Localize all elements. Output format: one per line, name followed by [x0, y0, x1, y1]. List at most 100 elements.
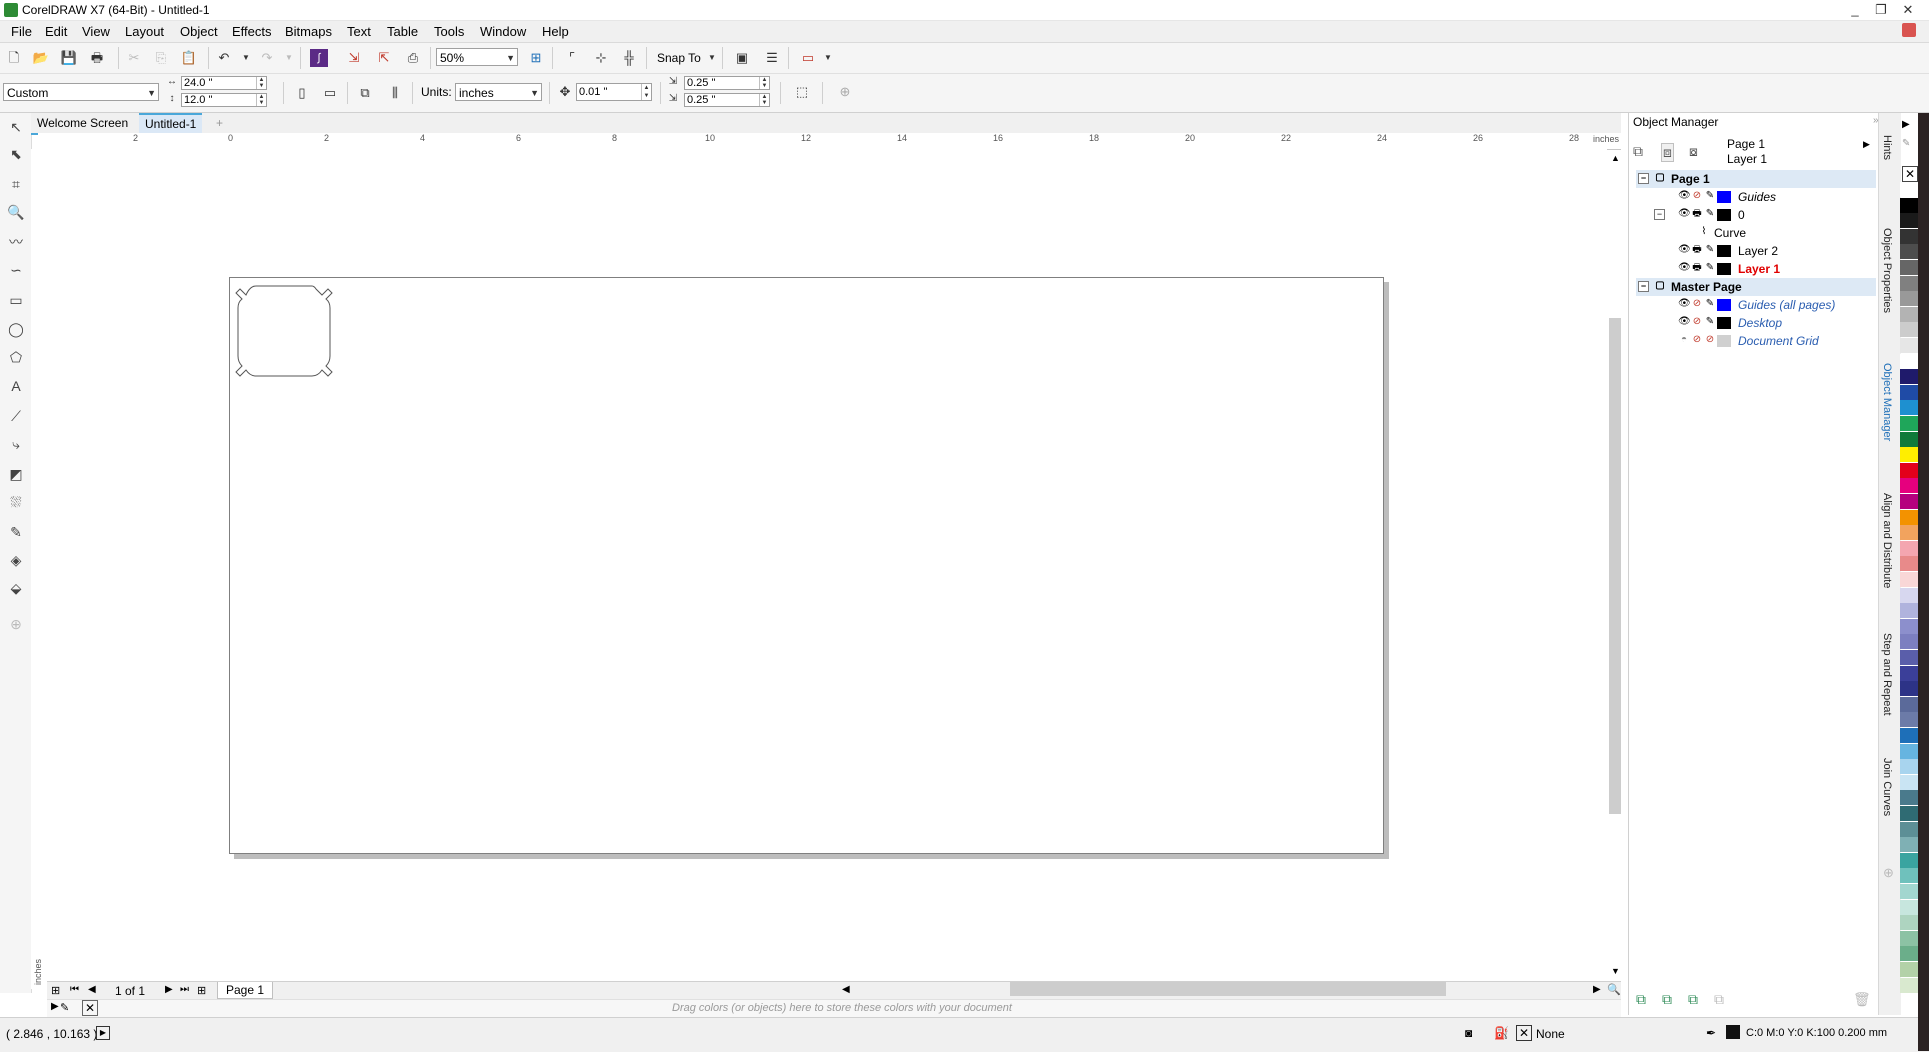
- palette-swatch[interactable]: [1900, 665, 1918, 681]
- palette-swatch[interactable]: [1900, 884, 1918, 899]
- printer-icon[interactable]: 🖶: [1691, 244, 1703, 256]
- palette-swatch[interactable]: [1900, 400, 1918, 416]
- layer-color-swatch[interactable]: [1717, 263, 1731, 275]
- palette-swatch[interactable]: [1900, 837, 1918, 853]
- palette-swatch[interactable]: [1900, 275, 1918, 291]
- horizontal-ruler[interactable]: 2 0 2 4 6 8 10 12 14 16 18 20 22 24 26 2…: [38, 133, 1621, 150]
- full-screen-preview-icon[interactable]: ⊞: [527, 49, 545, 67]
- menu-window[interactable]: Window: [480, 24, 526, 39]
- printer-disabled-icon[interactable]: ⊘: [1691, 298, 1703, 310]
- palette-swatch[interactable]: [1900, 696, 1918, 712]
- add-page-before-icon[interactable]: ⊞: [51, 984, 60, 997]
- quick-customize-icon[interactable]: ⊕: [836, 83, 854, 101]
- palette-swatch[interactable]: [1900, 962, 1918, 977]
- menu-text[interactable]: Text: [347, 24, 371, 39]
- palette-swatch[interactable]: [1900, 306, 1918, 322]
- status-expand-icon[interactable]: ▶: [96, 1026, 110, 1040]
- page-tab-page-1[interactable]: Page 1: [217, 982, 274, 999]
- add-docker-icon[interactable]: ⊕: [1883, 865, 1894, 881]
- publish-pdf-icon[interactable]: ⎙: [404, 49, 422, 67]
- quick-customize-tools-icon[interactable]: ⊕: [7, 615, 25, 633]
- scroll-down-icon[interactable]: ▼: [1611, 966, 1620, 976]
- print-icon[interactable]: 🖶: [88, 49, 106, 67]
- launcher-chevron-icon[interactable]: ▼: [819, 49, 837, 67]
- palette-scroll-up-icon[interactable]: ▶: [1902, 119, 1910, 130]
- tree-object-curve[interactable]: ⌇ Curve: [1636, 224, 1876, 242]
- account-icon[interactable]: [1902, 23, 1916, 37]
- palette-swatch[interactable]: [1900, 572, 1918, 587]
- color-proof-icon[interactable]: ◙: [1465, 1026, 1472, 1040]
- tab-untitled-1[interactable]: Untitled-1: [139, 113, 203, 133]
- printer-icon[interactable]: 🖶: [1691, 262, 1703, 274]
- add-page-after-icon[interactable]: ⊞: [197, 984, 206, 997]
- treat-as-filled-icon[interactable]: ⬚: [793, 83, 811, 101]
- duplicate-distance-y-field[interactable]: 0.25 " ▲ ▼: [684, 93, 770, 107]
- printer-icon[interactable]: 🖶: [1691, 208, 1703, 220]
- palette-swatch[interactable]: [1900, 774, 1918, 790]
- open-icon[interactable]: 📂: [32, 49, 50, 67]
- save-icon[interactable]: 💾: [60, 49, 78, 67]
- menu-effects[interactable]: Effects: [232, 24, 272, 39]
- pencil-icon[interactable]: ✎: [1704, 244, 1716, 256]
- previous-page-icon[interactable]: ◀: [88, 984, 96, 995]
- interactive-fill-tool-icon[interactable]: ◈: [7, 551, 25, 569]
- tab-welcome-screen[interactable]: Welcome Screen: [31, 113, 134, 133]
- new-master-layer-odd-icon[interactable]: ⧉: [1714, 991, 1724, 1008]
- pencil-icon[interactable]: ✎: [1704, 208, 1716, 220]
- layer-manager-view-icon[interactable]: ⧉: [1633, 143, 1643, 160]
- restore-button[interactable]: ❐: [1868, 0, 1894, 20]
- layer-color-swatch[interactable]: [1717, 209, 1731, 221]
- spin-arrows-icon[interactable]: ▲ ▼: [256, 94, 266, 106]
- docker-tab-hints[interactable]: Hints: [1881, 135, 1893, 160]
- menu-table[interactable]: Table: [387, 24, 418, 39]
- units-combo[interactable]: inches ▼: [455, 83, 542, 101]
- pencil-icon[interactable]: ✎: [1704, 298, 1716, 310]
- undo-dropdown-icon[interactable]: ▼: [237, 49, 255, 67]
- palette-swatch[interactable]: [1900, 525, 1918, 541]
- application-launcher-icon[interactable]: ▭: [799, 49, 817, 67]
- undo-icon[interactable]: ↶: [215, 49, 233, 67]
- vertical-scrollbar-thumb[interactable]: [1609, 318, 1621, 814]
- pencil-icon[interactable]: ✎: [1704, 316, 1716, 328]
- next-page-icon[interactable]: ▶: [165, 984, 173, 995]
- drop-shadow-tool-icon[interactable]: ◩: [7, 465, 25, 483]
- eye-icon[interactable]: 👁: [1678, 244, 1691, 256]
- connector-tool-icon[interactable]: ⤷: [7, 435, 25, 453]
- rectangle-tool-icon[interactable]: ▭: [7, 291, 25, 309]
- cut-icon[interactable]: ✂: [125, 49, 143, 67]
- pencil-icon[interactable]: ✎: [1704, 262, 1716, 274]
- document-palette[interactable]: ▶ ✎ ✕ Drag colors (or objects) here to s…: [47, 999, 1621, 1018]
- scroll-right-icon[interactable]: ▶: [1593, 984, 1601, 995]
- docker-tab-object-properties[interactable]: Object Properties: [1881, 228, 1893, 313]
- docker-tab-object-manager[interactable]: Object Manager: [1881, 363, 1893, 441]
- palette-swatch[interactable]: [1900, 790, 1918, 806]
- palette-swatch[interactable]: [1900, 977, 1918, 993]
- parallel-dimension-tool-icon[interactable]: ⟋: [7, 407, 25, 425]
- menu-object[interactable]: Object: [180, 24, 218, 39]
- tree-layer-document-grid[interactable]: ◓ ⊘ ⊘ Document Grid: [1636, 332, 1876, 350]
- fill-bucket-icon[interactable]: ⛽: [1494, 1026, 1509, 1040]
- docker-tab-join-curves[interactable]: Join Curves: [1881, 758, 1893, 816]
- tree-layer-0[interactable]: − 👁 🖶 ✎ 0: [1636, 206, 1876, 224]
- freehand-tool-icon[interactable]: 〰: [7, 233, 25, 251]
- eye-icon[interactable]: 👁: [1678, 208, 1691, 220]
- edit-across-layers-icon[interactable]: ⧈: [1661, 143, 1674, 162]
- palette-swatch[interactable]: [1900, 603, 1918, 619]
- eye-icon[interactable]: 👁: [1678, 316, 1691, 328]
- layer-color-swatch[interactable]: [1717, 191, 1731, 203]
- spin-arrows-icon[interactable]: ▲ ▼: [759, 77, 769, 89]
- palette-swatch[interactable]: [1900, 681, 1918, 697]
- scroll-left-icon[interactable]: ◀: [842, 984, 850, 995]
- palette-swatch[interactable]: [1900, 540, 1918, 556]
- palette-swatch[interactable]: [1900, 650, 1918, 665]
- docker-tab-align-and-distribute[interactable]: Align and Distribute: [1881, 493, 1893, 588]
- menu-layout[interactable]: Layout: [125, 24, 164, 39]
- shape-tool-icon[interactable]: ⬉: [7, 145, 25, 163]
- welcome-screen-icon[interactable]: ▣: [733, 49, 751, 67]
- palette-swatch[interactable]: [1900, 743, 1918, 759]
- menu-view[interactable]: View: [82, 24, 110, 39]
- delete-icon[interactable]: 🗑: [1853, 991, 1871, 1008]
- palette-swatch[interactable]: [1900, 868, 1918, 884]
- text-tool-icon[interactable]: A: [7, 377, 25, 395]
- palette-swatch[interactable]: [1900, 260, 1918, 275]
